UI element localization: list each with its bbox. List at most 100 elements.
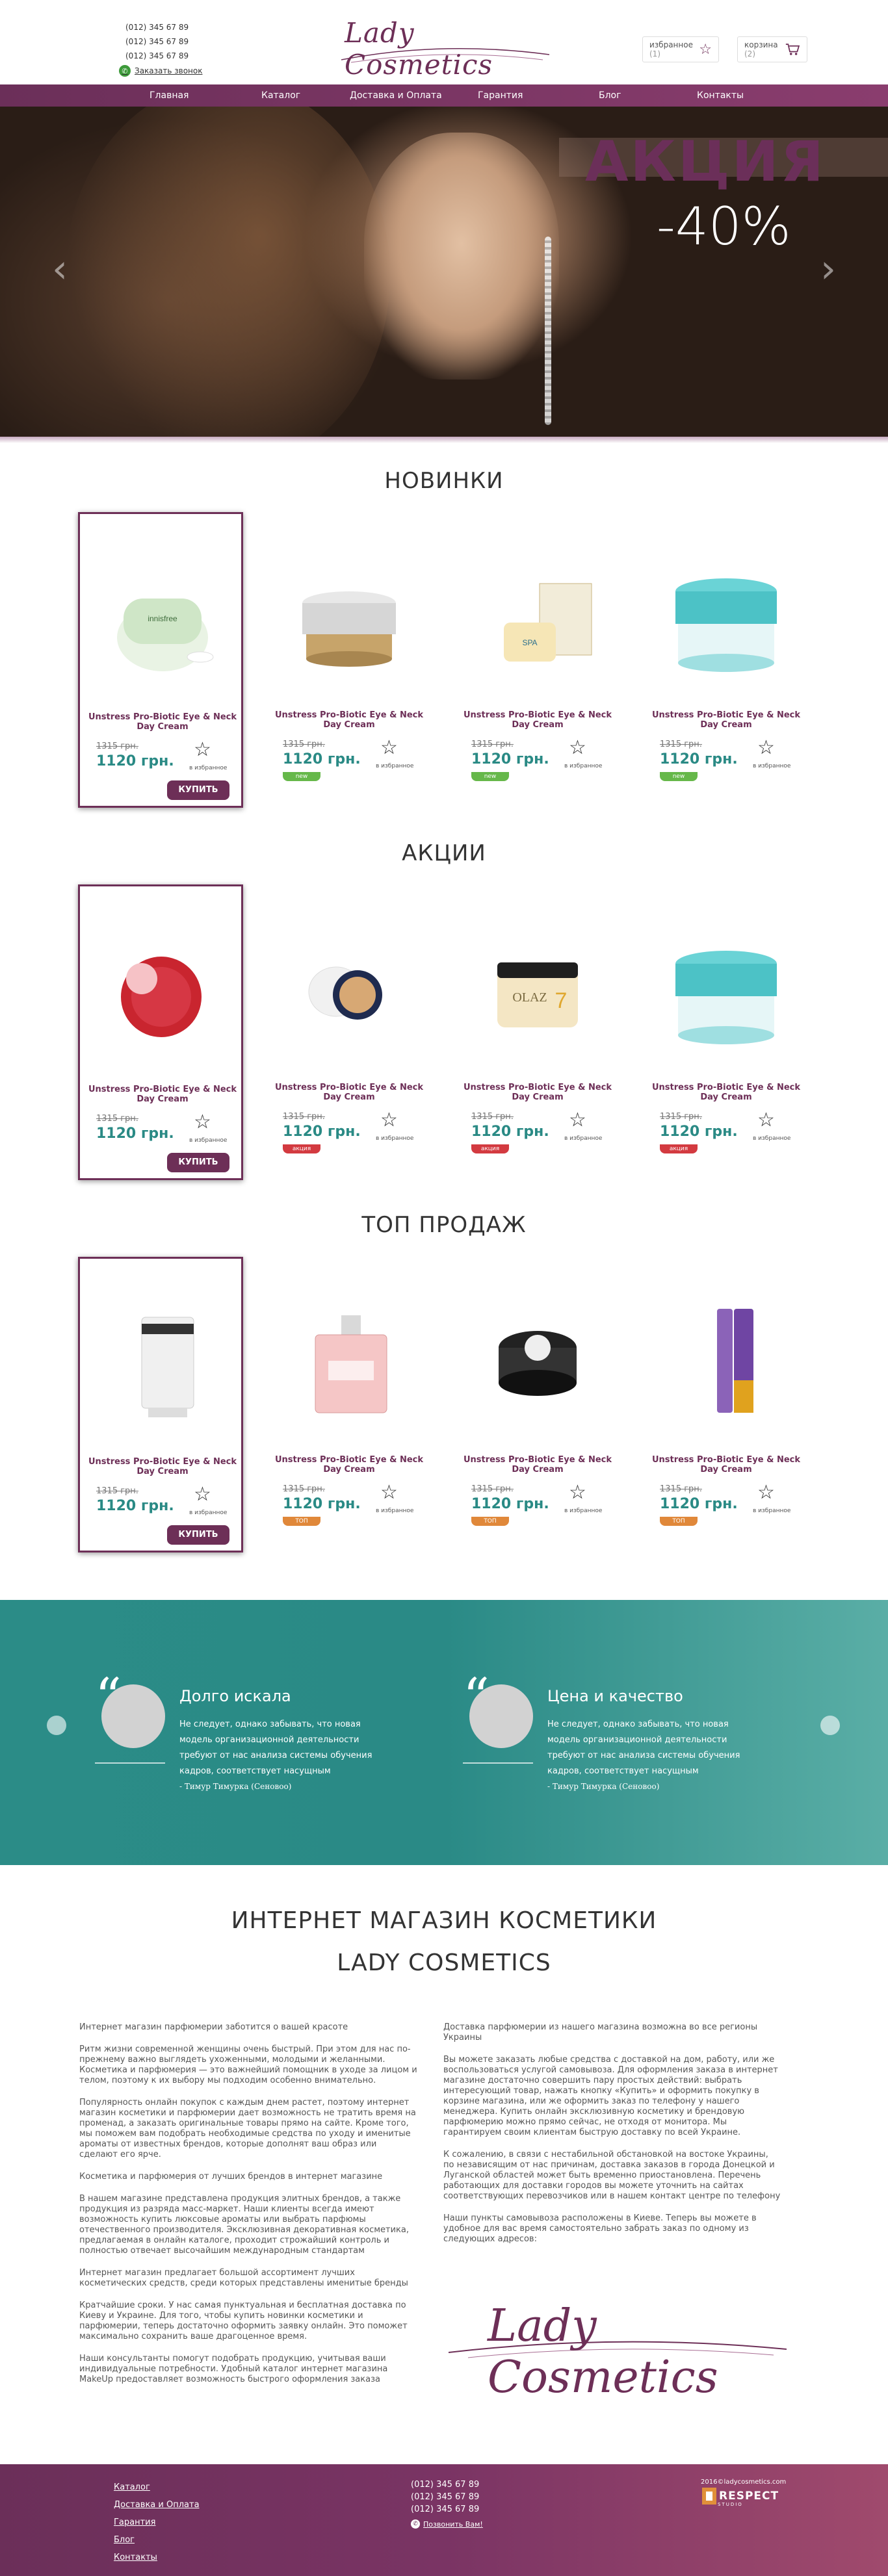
footer-link-contacts[interactable]: Контакты [114, 2549, 200, 2566]
nav-item-catalog[interactable]: Каталог [261, 84, 300, 107]
product-image[interactable] [478, 1302, 598, 1419]
product-name[interactable]: Unstress Pro-Biotic Eye & Neck Day Cream [462, 710, 614, 730]
add-to-favorites[interactable]: в избранное [376, 1508, 413, 1514]
star-icon[interactable]: ☆ [757, 1483, 775, 1502]
nav-item-delivery[interactable]: Доставка и Оплата [350, 84, 442, 107]
star-icon[interactable]: ☆ [757, 1111, 775, 1130]
slider-next-icon[interactable]: › [815, 250, 841, 289]
product-name[interactable]: Unstress Pro-Biotic Eye & Neck Day Cream [273, 1083, 425, 1102]
about-right-column: Доставка парфюмерии из нашего магазина в… [443, 2022, 781, 2256]
slider-prev-icon[interactable]: ‹ [47, 250, 73, 289]
footer-link-catalog[interactable]: Каталог [114, 2479, 200, 2496]
favorites-button[interactable]: избранное (1) ☆ [642, 36, 719, 62]
add-to-favorites[interactable]: в избранное [564, 763, 602, 769]
product-card[interactable]: Unstress Pro-Biotic Eye & Neck Day Cream… [78, 884, 243, 1180]
review-text: Не следует, однако забывать, что новая м… [179, 1719, 372, 1776]
reviews-prev-icon[interactable] [47, 1716, 66, 1735]
product-name[interactable]: Unstress Pro-Biotic Eye & Neck Day Cream [86, 712, 239, 732]
star-icon[interactable]: ☆ [194, 1485, 211, 1504]
product-image[interactable] [289, 1302, 410, 1419]
product-old-price: 1315 грн. [660, 1112, 702, 1122]
product-card[interactable]: Unstress Pro-Biotic Eye & Neck Day Cream… [267, 884, 432, 1180]
star-icon[interactable]: ☆ [194, 1113, 211, 1132]
nav-item-contacts[interactable]: Контакты [697, 84, 744, 107]
product-card[interactable]: Unstress Pro-Biotic Eye & Neck Day Cream… [267, 512, 432, 808]
buy-button[interactable]: КУПИТЬ [167, 780, 229, 800]
add-to-favorites[interactable]: в избранное [376, 1135, 413, 1142]
add-to-favorites[interactable]: в избранное [376, 763, 413, 769]
add-to-favorites[interactable]: в избранное [753, 763, 790, 769]
footer-link-warranty[interactable]: Гарантия [114, 2514, 200, 2531]
footer-link-delivery[interactable]: Доставка и Оплата [114, 2496, 200, 2514]
product-name[interactable]: Unstress Pro-Biotic Eye & Neck Day Cream [273, 1455, 425, 1475]
phone-number[interactable]: (012) 345 67 89 [411, 2503, 479, 2516]
site-logo[interactable]: Lady Cosmetics [338, 14, 553, 81]
star-icon[interactable]: ☆ [380, 738, 398, 758]
nav-item-home[interactable]: Главная [150, 84, 189, 107]
star-icon[interactable]: ☆ [380, 1483, 398, 1502]
phone-number[interactable]: (012) 345 67 89 [125, 20, 189, 34]
add-to-favorites[interactable]: в избранное [564, 1135, 602, 1142]
callback-link[interactable]: ✆ Заказать звонок [119, 65, 203, 77]
product-card[interactable]: Unstress Pro-Biotic Eye & Neck Day Cream… [455, 1257, 620, 1552]
product-image[interactable]: innisfree [103, 560, 223, 676]
product-name[interactable]: Unstress Pro-Biotic Eye & Neck Day Cream [462, 1455, 614, 1475]
product-card[interactable]: Unstress Pro-Biotic Eye & Neck Day Cream… [644, 512, 809, 808]
product-card[interactable]: Unstress Pro-Biotic Eye & Neck Day Cream… [267, 1257, 432, 1552]
footer-callback-link[interactable]: ✆ Позвонить Вам! [411, 2519, 483, 2529]
phone-number[interactable]: (012) 345 67 89 [411, 2491, 479, 2503]
add-to-favorites[interactable]: в избранное [189, 1510, 227, 1516]
star-icon[interactable]: ☆ [569, 1483, 586, 1502]
nav-item-blog[interactable]: Блог [599, 84, 621, 107]
product-card[interactable]: Unstress Pro-Biotic Eye & Neck Day Cream… [644, 1257, 809, 1552]
about-paragraph: Доставка парфюмерии из нашего магазина в… [443, 2022, 758, 2042]
add-to-favorites[interactable]: в избранное [189, 765, 227, 771]
product-image[interactable] [666, 558, 787, 675]
phone-number[interactable]: (012) 345 67 89 [411, 2479, 479, 2491]
add-to-favorites[interactable]: в избранное [753, 1135, 790, 1142]
product-old-price: 1315 грн. [660, 1484, 702, 1494]
star-icon[interactable]: ☆ [569, 1111, 586, 1130]
product-card[interactable]: OLAZ 7 Unstress Pro-Biotic Eye & Neck Day … [455, 884, 620, 1180]
reviews-next-icon[interactable] [820, 1716, 840, 1735]
footer-link-blog[interactable]: Блог [114, 2531, 200, 2549]
product-image[interactable] [103, 932, 223, 1049]
product-name[interactable]: Unstress Pro-Biotic Eye & Neck Day Cream [650, 1083, 802, 1102]
product-name[interactable]: Unstress Pro-Biotic Eye & Neck Day Cream [650, 710, 802, 730]
product-name[interactable]: Unstress Pro-Biotic Eye & Neck Day Cream [86, 1457, 239, 1476]
footer-phones: (012) 345 67 89 (012) 345 67 89 (012) 34… [411, 2479, 479, 2516]
buy-button[interactable]: КУПИТЬ [167, 1153, 229, 1172]
product-old-price: 1315 грн. [283, 1112, 325, 1122]
product-name[interactable]: Unstress Pro-Biotic Eye & Neck Day Cream [86, 1085, 239, 1104]
product-image[interactable] [666, 930, 787, 1047]
product-image[interactable] [666, 1302, 787, 1419]
star-icon[interactable]: ☆ [569, 738, 586, 758]
phone-number[interactable]: (012) 345 67 89 [125, 49, 189, 63]
phone-number[interactable]: (012) 345 67 89 [125, 34, 189, 49]
product-card[interactable]: SPA Unstress Pro-Biotic Eye & Neck Day Cr… [455, 512, 620, 808]
add-to-favorites[interactable]: в избранное [753, 1508, 790, 1514]
product-image[interactable]: SPA [478, 558, 598, 675]
product-image[interactable]: OLAZ 7 [478, 930, 598, 1047]
product-card[interactable]: innisfree Unstress Pro-Biotic Eye & Neck … [78, 512, 243, 808]
nav-item-warranty[interactable]: Гарантия [478, 84, 523, 107]
product-image[interactable] [289, 558, 410, 675]
product-card[interactable]: Unstress Pro-Biotic Eye & Neck Day Cream… [644, 884, 809, 1180]
phone-icon: ✆ [411, 2519, 420, 2529]
star-icon[interactable]: ☆ [757, 738, 775, 758]
product-price: 1120 грн. [471, 1124, 549, 1140]
product-card[interactable]: Unstress Pro-Biotic Eye & Neck Day Cream… [78, 1257, 243, 1552]
star-icon[interactable]: ☆ [380, 1111, 398, 1130]
product-name[interactable]: Unstress Pro-Biotic Eye & Neck Day Cream [650, 1455, 802, 1475]
buy-button[interactable]: КУПИТЬ [167, 1525, 229, 1545]
product-badge: ТОП [660, 1517, 698, 1526]
add-to-favorites[interactable]: в избранное [189, 1137, 227, 1144]
about-paragraph: В нашем магазине представлена продукция … [79, 2194, 409, 2256]
product-image[interactable] [103, 1304, 223, 1421]
product-name[interactable]: Unstress Pro-Biotic Eye & Neck Day Cream [462, 1083, 614, 1102]
product-image[interactable] [289, 930, 410, 1047]
add-to-favorites[interactable]: в избранное [564, 1508, 602, 1514]
star-icon[interactable]: ☆ [194, 740, 211, 760]
product-name[interactable]: Unstress Pro-Biotic Eye & Neck Day Cream [273, 710, 425, 730]
cart-button[interactable]: корзина (2) [737, 36, 807, 62]
